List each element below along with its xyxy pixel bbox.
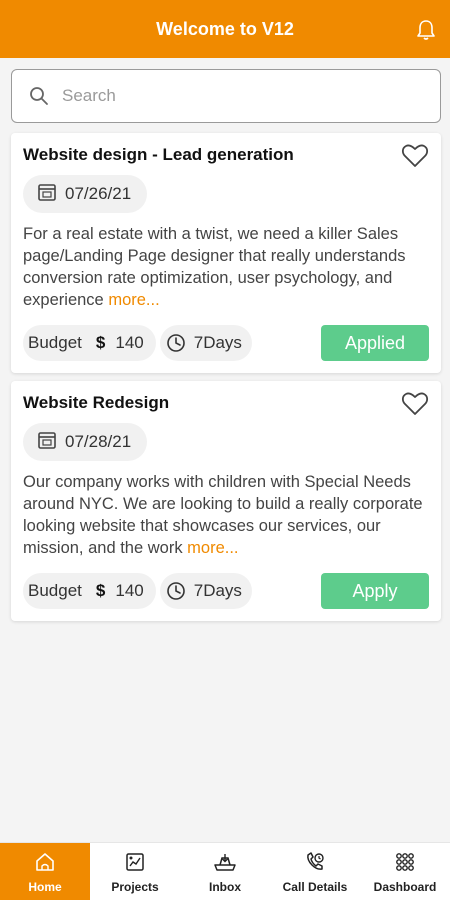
dashboard-icon xyxy=(393,850,417,874)
nav-label: Inbox xyxy=(209,880,241,894)
nav-item-projects[interactable]: Projects xyxy=(90,843,180,900)
more-link[interactable]: more... xyxy=(108,291,159,309)
bell-icon[interactable] xyxy=(414,18,438,42)
budget-value: 140 xyxy=(115,581,144,600)
applied-button[interactable]: Applied xyxy=(321,325,429,361)
heart-icon[interactable] xyxy=(401,143,429,169)
date-badge: 07/26/21 xyxy=(23,175,148,213)
clock-icon xyxy=(166,333,186,353)
app-bar: Welcome to V12 xyxy=(0,0,450,58)
budget-label: Budget xyxy=(28,333,82,352)
nav-label: Home xyxy=(28,880,62,894)
projects-icon xyxy=(123,850,147,874)
description-text: For a real estate with a twist, we need … xyxy=(23,225,406,309)
currency-symbol: $ xyxy=(95,333,106,352)
nav-item-call-details[interactable]: Call Details xyxy=(270,843,360,900)
nav-item-dashboard[interactable]: Dashboard xyxy=(360,843,450,900)
duration-value: 7Days xyxy=(193,333,242,352)
inbox-icon xyxy=(213,850,237,874)
search-bar[interactable] xyxy=(11,69,441,123)
budget-badge: Budget $ 140 xyxy=(23,325,156,361)
project-date: 07/26/21 xyxy=(65,184,132,203)
project-meta: Budget $ 140 7Days xyxy=(23,325,252,361)
duration-badge: 7Days xyxy=(159,573,252,609)
calendar-icon xyxy=(37,182,57,207)
project-description: Our company works with children with Spe… xyxy=(23,471,429,559)
more-link[interactable]: more... xyxy=(187,539,238,557)
calendar-icon xyxy=(37,430,57,455)
project-title: Website design - Lead generation xyxy=(23,145,294,164)
currency-symbol: $ xyxy=(95,581,106,600)
project-meta: Budget $ 140 7Days xyxy=(23,573,252,609)
heart-icon[interactable] xyxy=(401,391,429,417)
project-date: 07/28/21 xyxy=(65,432,132,451)
budget-label: Budget xyxy=(28,581,82,600)
search-icon xyxy=(28,85,50,107)
project-description: For a real estate with a twist, we need … xyxy=(23,223,429,311)
duration-badge: 7Days xyxy=(159,325,252,361)
nav-label: Call Details xyxy=(282,880,348,894)
budget-value: 140 xyxy=(115,333,144,352)
nav-label: Projects xyxy=(111,880,159,894)
call-details-icon xyxy=(303,850,327,874)
date-badge: 07/28/21 xyxy=(23,423,148,461)
nav-item-home[interactable]: Home xyxy=(0,843,90,900)
duration-value: 7Days xyxy=(193,581,242,600)
bottom-nav: Home Projects Inbox Call Details Dashboa… xyxy=(0,842,450,900)
search-input[interactable] xyxy=(62,86,402,106)
project-card[interactable]: Website design - Lead generation 07/26/2… xyxy=(11,133,441,373)
apply-button[interactable]: Apply xyxy=(321,573,429,609)
page-title: Welcome to V12 xyxy=(156,18,294,39)
budget-badge: Budget $ 140 xyxy=(23,573,156,609)
project-card[interactable]: Website Redesign 07/28/21 Our company wo… xyxy=(11,381,441,621)
clock-icon xyxy=(166,581,186,601)
nav-item-inbox[interactable]: Inbox xyxy=(180,843,270,900)
project-title: Website Redesign xyxy=(23,393,170,412)
nav-label: Dashboard xyxy=(373,880,437,894)
home-icon xyxy=(33,850,57,874)
